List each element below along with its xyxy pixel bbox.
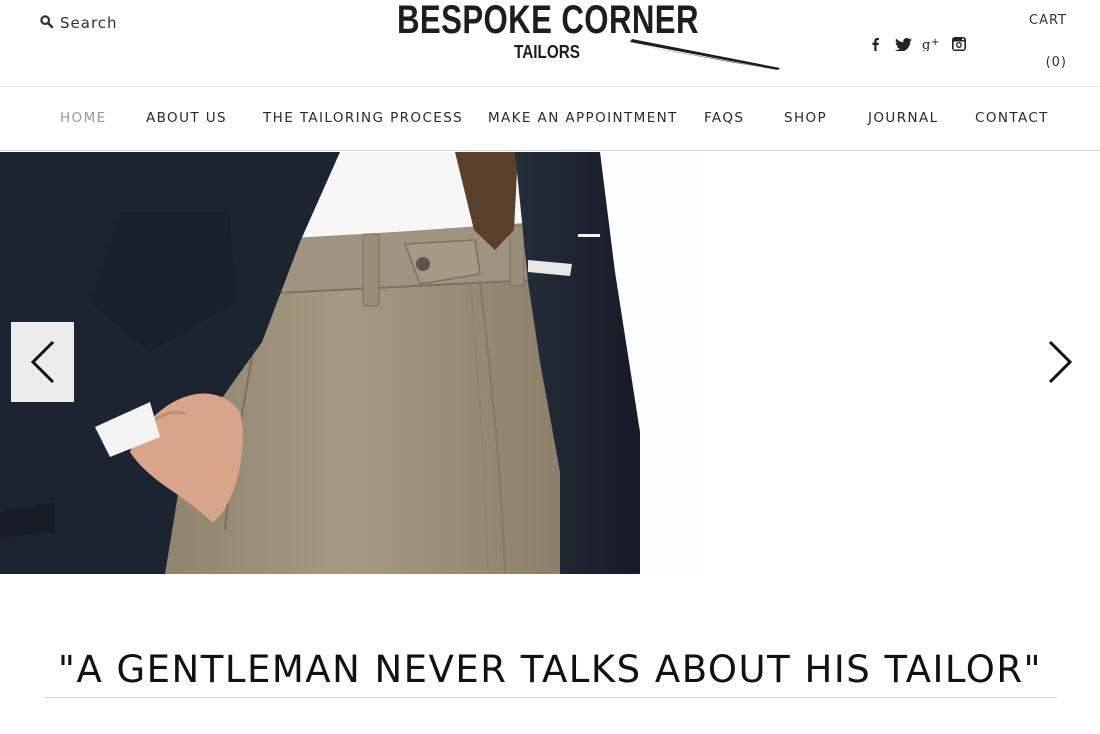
nav-item-contact[interactable]: CONTACT [975,110,1049,126]
facebook-icon[interactable] [866,35,884,53]
needle-icon [630,39,780,70]
cart: CART (0) [1029,13,1067,70]
nav-item-home[interactable]: HOME [60,110,107,126]
search-icon [40,13,54,32]
instagram-icon[interactable] [950,35,968,53]
slider-next-button[interactable] [1038,322,1082,402]
logo[interactable]: BESPOKE CORNER TAILORS [392,0,784,72]
hero-image [0,152,732,574]
cart-count[interactable]: (0) [1029,55,1067,70]
svg-text:+: + [931,37,939,48]
nav-item-make-appointment[interactable]: MAKE AN APPOINTMENT [488,110,678,126]
logo-subtitle: TAILORS [514,42,581,62]
chevron-right-icon [1048,340,1073,384]
nav-item-tailoring-process[interactable]: THE TAILORING PROCESS [263,110,463,126]
site-header: Search BESPOKE CORNER TAILORS g + CART (… [0,0,1100,87]
twitter-icon[interactable] [894,35,912,53]
cart-link[interactable]: CART [1029,13,1067,28]
hero-slider [0,152,1100,574]
svg-text:g: g [922,38,930,51]
divider [43,697,1057,698]
slider-prev-button[interactable] [11,322,74,402]
nav-item-shop[interactable]: SHOP [784,110,827,126]
nav-item-journal[interactable]: JOURNAL [868,110,939,126]
main-navigation: HOME ABOUT US THE TAILORING PROCESS MAKE… [0,87,1100,151]
nav-item-faqs[interactable]: FAQS [704,110,744,126]
tagline-heading: "A GENTLEMAN NEVER TALKS ABOUT HIS TAILO… [57,648,1043,691]
search-label: Search [60,13,118,32]
search-link[interactable]: Search [40,13,118,32]
google-plus-icon[interactable]: g + [922,35,940,53]
nav-item-about-us[interactable]: ABOUT US [146,110,227,126]
logo-title: BESPOKE CORNER [397,0,699,42]
chevron-left-icon [30,340,54,384]
social-links: g + [866,35,968,53]
